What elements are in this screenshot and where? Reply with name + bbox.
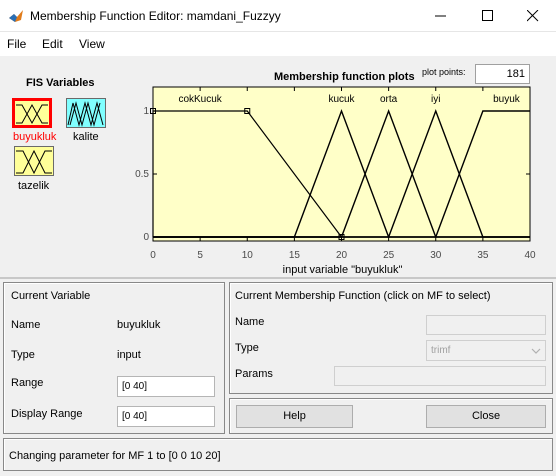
membership-function-plot[interactable]: 0 5 10 15 20 25 30 35 40 0 0.5 1 input variable "buy…	[0, 0, 556, 280]
x-tick-label: 35	[477, 250, 489, 261]
mf-label-cokkucuk[interactable]: cokKucuk	[178, 94, 222, 105]
mf-type-label: Type	[235, 342, 259, 354]
mf-label-orta[interactable]: orta	[380, 94, 398, 105]
variable-type-value: input	[117, 349, 141, 361]
mf-type-value: trimf	[431, 345, 451, 356]
display-range-input[interactable]: [0 40]	[117, 406, 215, 427]
range-input[interactable]: [0 40]	[117, 376, 215, 397]
range-label: Range	[11, 377, 44, 389]
x-tick-label: 10	[242, 250, 254, 261]
display-range-label: Display Range	[11, 408, 83, 420]
x-tick-label: 0	[150, 250, 156, 261]
mf-name-label: Name	[235, 316, 265, 328]
current-mf-heading: Current Membership Function (click on MF…	[235, 290, 491, 302]
mf-label-kucuk[interactable]: kucuk	[328, 94, 355, 105]
y-tick-label: 0	[143, 232, 149, 243]
params-label: Params	[235, 368, 273, 380]
x-tick-label: 30	[430, 250, 442, 261]
x-tick-label: 5	[197, 250, 203, 261]
x-tick-label: 15	[289, 250, 301, 261]
y-tick-label: 1	[143, 106, 149, 117]
current-variable-heading: Current Variable	[11, 290, 91, 302]
variable-name-value: buyukluk	[117, 319, 161, 331]
x-tick-label: 20	[336, 250, 348, 261]
mf-name-input[interactable]	[426, 315, 546, 335]
status-message: Changing parameter for MF 1 to [0 0 10 2…	[9, 450, 221, 462]
mf-type-select[interactable]: trimf	[426, 340, 546, 361]
params-input[interactable]	[334, 366, 546, 386]
chevron-down-icon	[531, 348, 541, 354]
help-button[interactable]: Help	[236, 405, 353, 428]
separator	[0, 277, 556, 279]
mf-label-iyi[interactable]: iyi	[431, 94, 440, 105]
type-label: Type	[11, 349, 35, 361]
y-tick-label: 0.5	[135, 169, 149, 180]
x-axis-label: input variable "buyukluk"	[283, 264, 403, 276]
x-tick-label: 25	[383, 250, 395, 261]
x-tick-label: 40	[524, 250, 536, 261]
close-button[interactable]: Close	[426, 405, 546, 428]
name-label: Name	[11, 319, 41, 331]
mf-label-buyuk[interactable]: buyuk	[493, 94, 521, 105]
